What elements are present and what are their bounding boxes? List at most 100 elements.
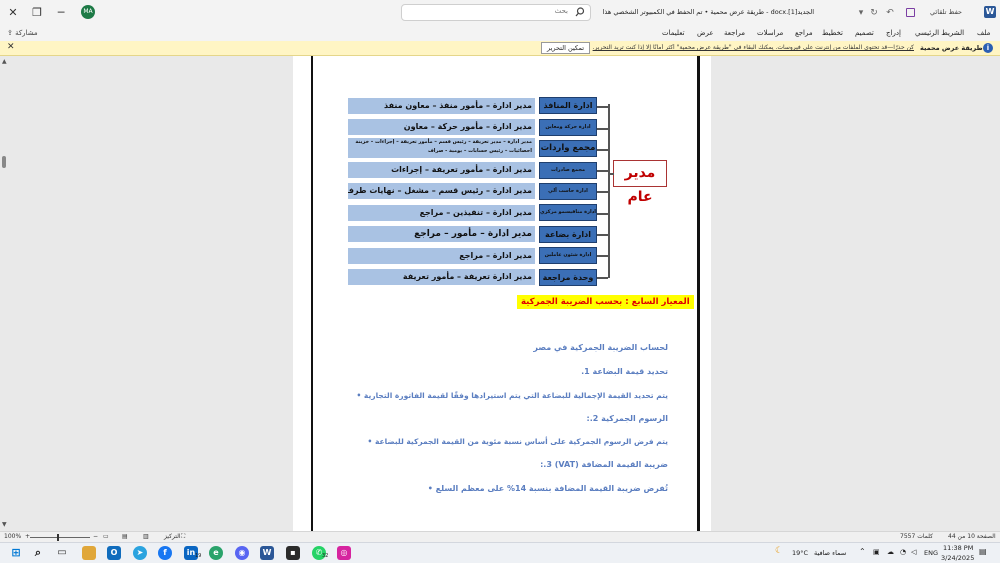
zoom-level[interactable]: 100% <box>4 533 21 540</box>
wifi-icon[interactable]: ◔ <box>900 548 906 556</box>
chevron-up-icon[interactable]: ⌃ <box>859 547 866 556</box>
share-label: مشاركة <box>15 29 38 37</box>
weather-text[interactable]: سماء صافية <box>814 549 846 557</box>
right-scrollbar[interactable] <box>992 56 1000 531</box>
whatsapp-badge: 32 <box>322 553 329 559</box>
org-chart-connector <box>597 170 608 172</box>
word-taskbar-icon[interactable]: W <box>260 546 274 560</box>
redo-icon[interactable]: ↻ <box>868 7 880 19</box>
paragraph: لحساب الضريبة الجمركية في مصر <box>533 343 668 352</box>
org-chart-connector <box>597 255 608 257</box>
tab-mailings[interactable]: مراسلات <box>757 29 783 37</box>
close-window-button[interactable]: ✕ <box>4 4 22 22</box>
language-indicator[interactable]: ENG <box>924 549 938 557</box>
weather-icon: ☾ <box>775 546 784 556</box>
search-icon[interactable]: ⌕ <box>31 546 45 560</box>
roles-bar: مدير ادارة – مدير تعريفة – رئيس قسم – مأ… <box>348 138 535 158</box>
web-layout-icon[interactable]: ▭ <box>103 533 109 540</box>
tab-help[interactable]: تعليمات <box>662 29 685 37</box>
edge-icon[interactable]: e <box>209 546 223 560</box>
sticky-notes-icon[interactable]: ▪ <box>286 546 300 560</box>
focus-button[interactable]: التركيز <box>164 533 181 540</box>
tab-layout[interactable]: تخطيط <box>822 29 843 37</box>
tab-home[interactable]: الشريط الرئيسي <box>915 29 964 37</box>
camera-icon[interactable]: ▣ <box>873 548 880 556</box>
discord-icon[interactable]: ◉ <box>235 546 249 560</box>
org-chart-connector <box>597 191 608 193</box>
department-box: ادارة مناقيسمو مركزي <box>539 204 597 221</box>
cloud-icon[interactable]: ☁ <box>887 548 894 556</box>
undo-icon[interactable]: ↶ <box>884 7 896 19</box>
zoom-slider-thumb[interactable] <box>57 534 59 541</box>
department-box: وحدة مراجعة <box>539 269 597 286</box>
list-item: تُفرض ضريبة القيمة المضافة بنسبة 14% على… <box>427 484 668 493</box>
protected-view-message[interactable]: كن حذرًا—قد تحتوي الملفات من إنترنت على … <box>589 44 914 51</box>
search-input[interactable]: بحث <box>401 4 591 21</box>
tab-file[interactable]: ملف <box>977 29 990 37</box>
autosave-toggle[interactable]: حفظ تلقائي <box>930 8 962 16</box>
department-box: مجمع واردات <box>539 140 597 157</box>
read-mode-icon[interactable]: ▥ <box>143 533 149 540</box>
scrollbar-thumb[interactable] <box>2 156 6 168</box>
roles-bar: مدير ادارة – مأمور منفذ – معاون منفذ <box>348 98 535 114</box>
facebook-icon[interactable]: f <box>158 546 172 560</box>
start-windows-icon[interactable]: ⊞ <box>9 546 23 560</box>
save-icon[interactable] <box>906 8 915 17</box>
customize-toolbar-icon[interactable]: ▾ <box>855 7 867 19</box>
list-item: يتم تحديد القيمة الإجمالية للبضاعة التي … <box>356 391 668 400</box>
left-scrollbar[interactable] <box>0 56 9 531</box>
word-window: ✕ ❐ ─ MA بحث الجديد[1].docx - طريقة عرض … <box>0 0 1000 563</box>
print-layout-icon[interactable]: ▤ <box>122 533 128 540</box>
status-bar: 100% + − ▭ ▤ ▥ التركيز ⛶ 7557 كلمات الصف… <box>0 531 1000 542</box>
outlook-icon[interactable]: O <box>107 546 121 560</box>
restore-window-button[interactable]: ❐ <box>28 4 46 22</box>
scroll-down-arrow-icon[interactable]: ▼ <box>2 521 7 528</box>
weather-temp[interactable]: 19°C <box>792 549 808 557</box>
title-bar: ✕ ❐ ─ MA بحث الجديد[1].docx - طريقة عرض … <box>0 0 1000 26</box>
clock-date[interactable]: 3/24/2025 <box>941 554 974 562</box>
close-icon[interactable]: ✕ <box>7 42 15 52</box>
roles-bar: مدير ادارة – رئيس قسم – مشغل – نهايات طر… <box>348 183 535 199</box>
speaker-icon[interactable]: ◁ <box>911 548 916 556</box>
paragraph: تحديد قيمة البضاعة 1. <box>581 367 668 376</box>
org-chart-connector <box>597 213 608 215</box>
org-chart-connector <box>597 277 608 279</box>
notifications-icon[interactable]: ▤ <box>979 547 987 556</box>
zoom-out-icon[interactable]: − <box>93 533 98 540</box>
share-button[interactable]: ⇪ مشاركة <box>7 29 38 37</box>
org-chart-connector <box>608 104 610 278</box>
section-heading: المعيار السابع : بحسب الضريبة الجمركية <box>517 295 694 309</box>
word-count[interactable]: 7557 كلمات <box>900 533 933 540</box>
focus-icon[interactable]: ⛶ <box>181 533 185 541</box>
org-chart-connector <box>597 128 608 130</box>
org-chart-connector <box>597 106 608 108</box>
protected-view-title: طريقة عرض محمية <box>920 44 983 52</box>
user-avatar[interactable]: MA <box>81 5 95 19</box>
clock-time[interactable]: 11:38 PM <box>943 544 973 552</box>
file-explorer-icon[interactable] <box>82 546 96 560</box>
tab-view[interactable]: عرض <box>697 29 714 37</box>
search-icon <box>575 7 585 17</box>
general-manager-box: مدير عام <box>613 160 667 205</box>
roles-bar: مدير ادارة – تنفيذين – مراجع <box>348 205 535 221</box>
tab-references[interactable]: مراجع <box>795 29 813 37</box>
paragraph: الرسوم الجمركية 2.: <box>586 414 669 423</box>
department-box: ادارة المنافذ <box>539 97 597 114</box>
task-view-icon[interactable]: ▭ <box>55 546 69 560</box>
telegram-icon[interactable]: ➤ <box>133 546 147 560</box>
protected-view-bar: ✕ تمكين التحرير كن حذرًا—قد تحتوي الملفا… <box>0 41 1000 56</box>
scroll-up-arrow-icon[interactable]: ▲ <box>2 58 7 65</box>
instagram-icon[interactable]: ◎ <box>337 546 351 560</box>
tab-review[interactable]: مراجعة <box>724 29 745 37</box>
tab-insert[interactable]: إدراج <box>886 29 901 37</box>
roles-bar: مدير ادارة تعريفة – مأمور تعريفة <box>348 269 535 285</box>
enable-editing-button[interactable]: تمكين التحرير <box>541 42 591 54</box>
tab-design[interactable]: تصميم <box>855 29 874 37</box>
minimize-window-button[interactable]: ─ <box>52 4 70 22</box>
department-box: ادارة حركة ومعاين <box>539 119 597 136</box>
info-icon: i <box>983 43 993 53</box>
page-number[interactable]: الصفحة 10 من 44 <box>948 533 996 540</box>
org-chart-connector <box>597 149 608 151</box>
zoom-slider[interactable] <box>30 537 90 538</box>
roles-bar: مدير ادارة – مأمور – مراجع <box>348 226 535 242</box>
